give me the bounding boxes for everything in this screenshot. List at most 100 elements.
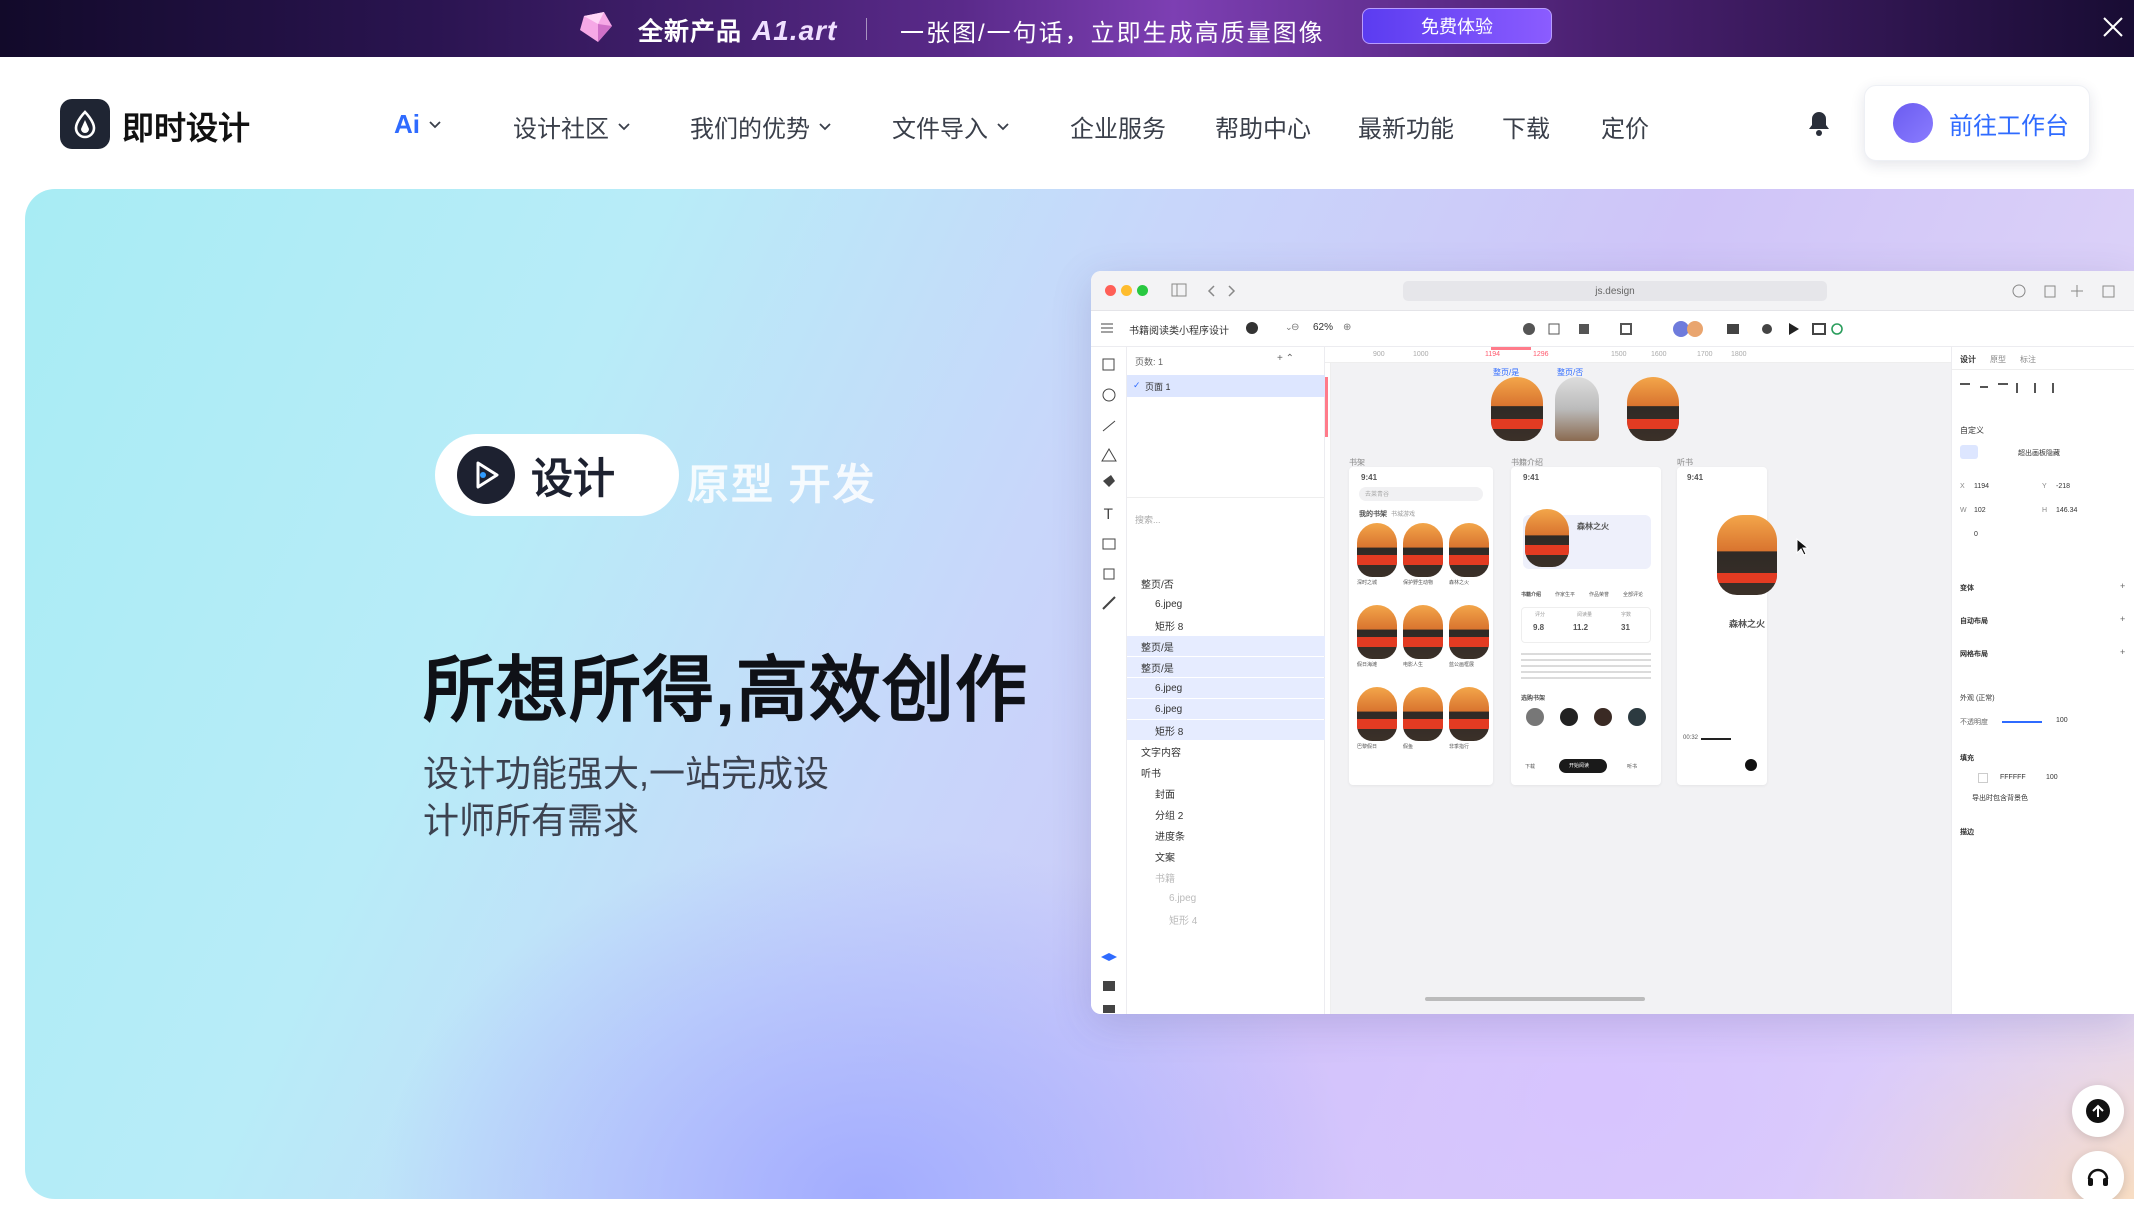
h-field[interactable]: 146.34	[2056, 507, 2077, 514]
sidebar-icon	[1171, 283, 1187, 297]
page-item[interactable]: ✓ 页面 1	[1127, 375, 1325, 397]
logo-text[interactable]: 即时设计	[122, 103, 250, 149]
w-field[interactable]: 102	[1974, 507, 1986, 514]
layer-item[interactable]: 分组 2	[1127, 804, 1325, 824]
detail-tab[interactable]: 书籍介绍	[1521, 591, 1541, 598]
layer-item[interactable]: 矩形 8	[1127, 720, 1325, 740]
layer-item[interactable]: 6.jpeg	[1127, 888, 1325, 908]
layers-panel: 页数: 1 + ⌃ ✓ 页面 1 搜索... 整页/否 6.jpeg 矩形 8 整页/…	[1127, 347, 1325, 1014]
layer-item[interactable]: 矩形 8	[1127, 615, 1325, 635]
book-cover-photo	[1555, 377, 1599, 441]
book-cover[interactable]	[1403, 687, 1443, 741]
nav-item-download[interactable]: 下载	[1502, 109, 1550, 144]
detail-tab[interactable]: 作品荣誉	[1589, 591, 1609, 598]
panel-tab[interactable]: 设计	[1960, 354, 1976, 365]
nav-item-new-features[interactable]: 最新功能	[1358, 109, 1454, 144]
nav-arrows-icon	[1207, 285, 1236, 297]
fill-opacity-field[interactable]: 100	[2046, 774, 2058, 781]
workspace-button[interactable]: 前往工作台	[1864, 85, 2090, 161]
nav-item-ai[interactable]: Ai	[394, 109, 442, 140]
book-cover[interactable]	[1403, 523, 1443, 577]
tool-icons[interactable]: T	[1091, 347, 1127, 677]
design-canvas[interactable]: 900 1000 1194 1296 1500 1600 1700 1800 整页/是 整页/…	[1325, 347, 1951, 1014]
appearance-label[interactable]: 外观 (正常)	[1960, 693, 1995, 703]
layer-item[interactable]: 6.jpeg	[1127, 699, 1325, 719]
clip-content-checkbox[interactable]: 超出画板隐藏	[2018, 448, 2060, 458]
align-icons[interactable]	[1960, 381, 2090, 393]
hero-subline: 设计功能强大,一站完成设计师所有需求	[423, 753, 830, 841]
nav-item-enterprise[interactable]: 企业服务	[1070, 109, 1166, 144]
layer-item[interactable]: 书籍	[1127, 867, 1325, 887]
panel-section[interactable]: 自动布局	[1960, 616, 1988, 626]
arrow-up-icon	[2086, 1099, 2110, 1123]
export-bg-checkbox[interactable]: 导出时包含背景色	[1972, 793, 2028, 803]
zoom-level[interactable]: 62%	[1313, 322, 1333, 333]
book-cover[interactable]	[1449, 605, 1489, 659]
book-cover[interactable]	[1403, 605, 1443, 659]
y-field[interactable]: -218	[2056, 483, 2070, 490]
panel-section[interactable]: 网格布局	[1960, 649, 1988, 659]
layer-item[interactable]: 文字内容	[1127, 741, 1325, 761]
book-cover[interactable]	[1449, 523, 1489, 577]
layer-item[interactable]: 封面	[1127, 783, 1325, 803]
add-icon[interactable]: +	[2120, 614, 2125, 624]
nav-item-help[interactable]: 帮助中心	[1215, 109, 1311, 144]
layer-item[interactable]: 矩形 4	[1127, 909, 1325, 929]
bell-icon[interactable]	[1806, 109, 1832, 137]
add-icon[interactable]: +	[2120, 647, 2125, 657]
listen-button[interactable]: 听书	[1627, 763, 1637, 770]
detail-tab[interactable]: 全部评论	[1623, 591, 1643, 598]
book-cover[interactable]	[1357, 523, 1397, 577]
layer-item[interactable]: 文案	[1127, 846, 1325, 866]
download-button[interactable]: 下载	[1525, 763, 1535, 770]
layer-item[interactable]: 6.jpeg	[1127, 678, 1325, 698]
opacity-field[interactable]: 100	[2056, 717, 2068, 724]
panel-tab[interactable]: 原型	[1990, 354, 2006, 365]
mode-pill[interactable]: 设计	[435, 434, 679, 516]
cursor-icon	[1796, 537, 1810, 556]
layer-item[interactable]: 整页/是	[1127, 657, 1325, 677]
layer-item[interactable]: 听书	[1127, 762, 1325, 782]
layers-tab-icon[interactable]	[1091, 947, 1127, 1013]
nav-item-advantages[interactable]: 我们的优势	[690, 109, 832, 144]
nav-item-community[interactable]: 设计社区	[513, 109, 631, 144]
rotation-field[interactable]: 0	[1974, 531, 1978, 538]
book-cover[interactable]	[1357, 687, 1397, 741]
layer-item[interactable]: 进度条	[1127, 825, 1325, 845]
file-name[interactable]: 书籍阅读类小程序设计	[1129, 322, 1229, 337]
fill-hex-field[interactable]: FFFFFF	[2000, 774, 2026, 781]
add-icon[interactable]: +	[2120, 581, 2125, 591]
book-title: 巴黎假日	[1357, 744, 1378, 750]
book-title: 电影人生	[1403, 662, 1424, 668]
horizontal-scrollbar[interactable]	[1425, 997, 1645, 1001]
pause-icon[interactable]	[1745, 759, 1757, 771]
panel-section[interactable]: 变体	[1960, 583, 1974, 593]
nav-item-pricing[interactable]: 定价	[1601, 109, 1649, 144]
ruler-tick: 1000	[1413, 351, 1429, 358]
x-field[interactable]: 1194	[1974, 483, 1989, 490]
support-button[interactable]	[2072, 1151, 2124, 1199]
ruler-tick: 1500	[1611, 351, 1627, 358]
layer-search-input[interactable]: 搜索...	[1135, 513, 1161, 526]
panel-tab[interactable]: 标注	[2020, 354, 2036, 365]
promo-cta-button[interactable]: 免费体验	[1362, 8, 1552, 44]
fill-swatch[interactable]	[1978, 773, 1988, 783]
logo-icon[interactable]	[60, 99, 110, 149]
opacity-slider[interactable]	[2002, 721, 2042, 723]
add-page-icon[interactable]: + ⌃	[1277, 353, 1294, 364]
book-cover[interactable]	[1357, 605, 1397, 659]
layer-item[interactable]: 整页/是	[1127, 636, 1325, 656]
book-cover[interactable]	[1449, 687, 1489, 741]
scroll-top-button[interactable]	[2072, 1085, 2124, 1137]
detail-tab[interactable]: 作家生平	[1555, 591, 1575, 598]
portrait-toggle[interactable]	[1960, 445, 1978, 459]
layer-item[interactable]: 6.jpeg	[1127, 594, 1325, 614]
nav-item-file-import[interactable]: 文件导入	[892, 109, 1010, 144]
close-icon[interactable]	[2100, 14, 2126, 40]
book-title: 深时之城	[1357, 580, 1378, 586]
tool-rail: T	[1091, 347, 1127, 1014]
mode-other-labels[interactable]: 原型 开发	[687, 451, 877, 512]
frame-type-select[interactable]: 自定义	[1960, 425, 1984, 436]
layer-item[interactable]: 整页/否	[1127, 573, 1325, 593]
zoom-in-icon: ⊕	[1343, 322, 1352, 333]
